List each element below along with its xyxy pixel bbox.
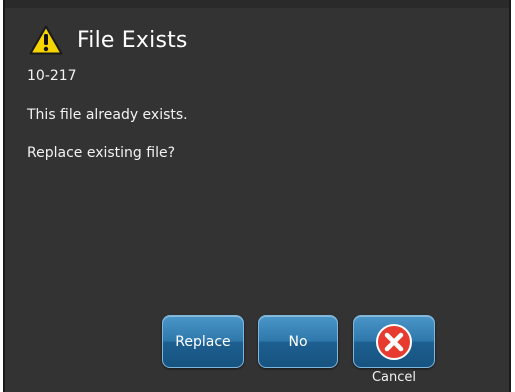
no-button[interactable]: No [258,315,338,368]
cancel-button[interactable] [353,315,435,368]
dialog-header: File Exists [29,22,188,58]
error-code: 10-217 [27,68,77,84]
replace-button[interactable]: Replace [162,315,244,368]
dialog-title: File Exists [77,27,188,53]
close-icon [376,323,412,360]
top-strip [5,0,509,8]
warning-icon [29,25,63,55]
question-text: Replace existing file? [27,145,176,161]
cancel-label: Cancel [371,370,417,385]
message-text: This file already exists. [27,107,188,123]
